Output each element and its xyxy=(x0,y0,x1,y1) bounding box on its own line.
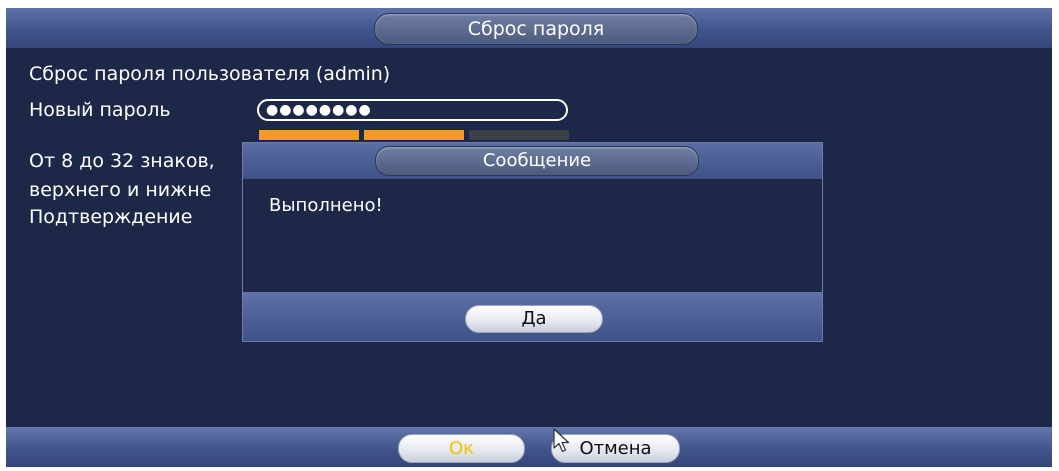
dialog-title: Сообщение xyxy=(375,146,699,176)
message-dialog: Сообщение Выполнено! Да xyxy=(242,142,823,342)
password-hint-line2: верхнего и нижне xyxy=(29,179,212,201)
window-title: Сброс пароля xyxy=(374,13,698,45)
reset-user-label: Сброс пароля пользователя (admin) xyxy=(29,63,391,85)
confirm-password-label: Подтверждение xyxy=(29,206,193,228)
strength-bar-2 xyxy=(364,130,464,140)
password-hint-line1: От 8 до 32 знаков, xyxy=(29,150,215,172)
mouse-pointer-icon xyxy=(553,428,570,453)
dialog-footer: Да xyxy=(243,292,822,341)
password-reset-window: Сброс пароля Сброс пароля пользователя (… xyxy=(6,8,1052,467)
strength-bar-1 xyxy=(259,130,359,140)
dialog-title-bar: Сообщение xyxy=(243,143,822,179)
footer-bar: Ок Отмена xyxy=(6,427,1052,467)
title-bar: Сброс пароля xyxy=(6,8,1052,48)
new-password-input[interactable]: ●●●●●●●● xyxy=(257,99,568,121)
ok-button[interactable]: Ок xyxy=(398,434,525,463)
dialog-ok-button[interactable]: Да xyxy=(465,305,603,333)
dialog-message: Выполнено! xyxy=(269,195,383,216)
new-password-label: Новый пароль xyxy=(29,99,171,121)
strength-bar-3 xyxy=(469,130,569,140)
